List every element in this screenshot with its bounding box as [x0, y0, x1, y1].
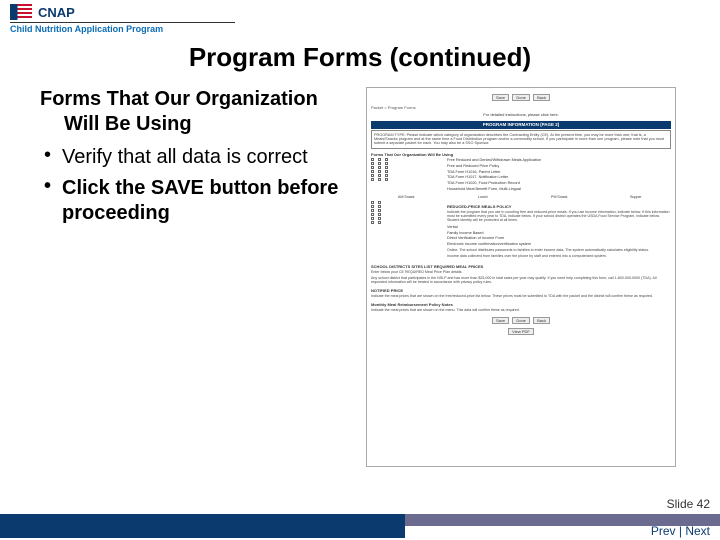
nav-links: Prev | Next: [651, 524, 710, 538]
mock-section-c-sub: Enter below your CE REQUIRED Meal Price …: [371, 271, 671, 275]
mock-col-head: Supper: [601, 195, 672, 199]
checkbox-icon: [378, 158, 381, 161]
checkbox-icon: [378, 162, 381, 165]
sub-heading: Forms That Our Organization Will Be Usin…: [64, 87, 340, 137]
left-column: Forms That Our Organization Will Be Usin…: [40, 87, 340, 467]
mock-form-label: Free and Reduced Price Policy: [447, 164, 499, 169]
checkbox-icon: [371, 209, 374, 212]
mock-section-a-title: Forms That Our Organization Will Be Usin…: [371, 152, 671, 157]
mock-bottom-buttons: Save Done Back: [371, 317, 671, 324]
checkbox-icon: [371, 178, 374, 181]
checkbox-icon: [371, 174, 374, 177]
checkbox-icon: [378, 174, 381, 177]
checkbox-icon: [378, 209, 381, 212]
mock-form-label: TDA Form H1016, Parent Letter: [447, 170, 501, 175]
bullet-list: Verify that all data is correct Click th…: [40, 145, 340, 226]
checkbox-icon: [385, 170, 388, 173]
mock-top-buttons: Save Done Back: [371, 94, 671, 101]
checkbox-icon: [371, 170, 374, 173]
mock-banner: PROGRAM INFORMATION (PAGE 2): [371, 121, 671, 129]
next-link[interactable]: Next: [685, 524, 710, 538]
mock-section-d-title: NOTIFIED PRICE: [371, 288, 671, 293]
mock-back-button: Back: [533, 317, 550, 324]
checkbox-icon: [371, 158, 374, 161]
content-area: Forms That Our Organization Will Be Usin…: [0, 87, 720, 467]
slide-number: Slide 42: [667, 497, 710, 511]
checkbox-icon: [385, 158, 388, 161]
footer-bar-navy: [0, 514, 405, 538]
checkbox-icon: [378, 217, 381, 220]
mock-viewpdf-row: View PDF: [371, 328, 671, 335]
mock-save-button: Save: [492, 94, 509, 101]
mock-section-e-title: Monthly Meal Reimbursement Policy Notes: [371, 302, 671, 307]
bullet-item: Verify that all data is correct: [40, 145, 340, 170]
mock-form-label: TDA Form H1020, Food Production Record: [447, 181, 520, 186]
checkbox-icon: [378, 205, 381, 208]
mock-intro-text: PROGRAM TYPE: Please indicate which cate…: [374, 133, 668, 146]
mock-form-label: Free Reduced and Denied/Withdrawn Meals …: [447, 158, 541, 163]
mock-viewpdf-button: View PDF: [508, 328, 534, 335]
checkbox-icon: [371, 217, 374, 220]
checkbox-icon: [385, 162, 388, 165]
form-screenshot: Save Done Back Packet > Program Forms Fo…: [366, 87, 676, 467]
checkbox-icon: [385, 166, 388, 169]
mock-section-b: REDUCED-PRICE MEALS POLICY Indicate the …: [371, 201, 671, 262]
mock-item-label: Income data collected from families over…: [447, 255, 671, 259]
footer-bars: Prev | Next: [0, 514, 720, 540]
checkbox-icon: [371, 201, 374, 204]
brand-subtitle: Child Nutrition Application Program: [0, 23, 720, 34]
mock-section-c-text: Any school district that participates in…: [371, 277, 671, 285]
checkbox-icon: [378, 170, 381, 173]
checkbox-icon: [385, 174, 388, 177]
brand-header: CNAP: [0, 0, 720, 22]
mock-form-label: Household Meal Benefit Form, Multi-Lingu…: [447, 187, 521, 192]
mock-section-a-grid: Free Reduced and Denied/Withdrawn Meals …: [371, 158, 671, 192]
checkbox-icon: [378, 178, 381, 181]
checkbox-icon: [378, 213, 381, 216]
mock-section-b-title: REDUCED-PRICE MEALS POLICY: [447, 204, 671, 209]
checkbox-icon: [385, 178, 388, 181]
mock-section-b-intro: Indicate the program that you use in cou…: [447, 211, 671, 223]
mock-intro-box: PROGRAM TYPE: Please indicate which cate…: [371, 130, 671, 149]
mock-item-label: Electronic income confirmation/verificat…: [447, 242, 531, 247]
page-title: Program Forms (continued): [0, 42, 720, 73]
mock-item-label: Family Income Based: [447, 231, 484, 236]
mock-save-button: Save: [492, 317, 509, 324]
mock-item-label: Online. The school distributes passwords…: [447, 249, 671, 253]
mock-col-head: PM Snack: [524, 195, 595, 199]
checkbox-icon: [378, 221, 381, 224]
prev-link[interactable]: Prev: [651, 524, 676, 538]
checkbox-icon: [371, 205, 374, 208]
checkbox-icon: [378, 166, 381, 169]
nav-separator: |: [676, 524, 686, 538]
flag-logo-icon: [10, 4, 32, 20]
mock-section-c-title: SCHOOL DISTRICTS SITES LIST REQUIRED MEA…: [371, 264, 671, 269]
mock-done-button: Done: [512, 94, 530, 101]
mock-col-head: Lunch: [448, 195, 519, 199]
mock-back-button: Back: [533, 94, 550, 101]
checkbox-icon: [371, 221, 374, 224]
checkbox-icon: [371, 213, 374, 216]
right-column: Save Done Back Packet > Program Forms Fo…: [350, 87, 692, 467]
bullet-item: Click the SAVE button before proceeding: [40, 176, 340, 226]
mock-section-e-text: Indicate the meal prices that are shown …: [371, 309, 671, 313]
mock-col-head: AM Snack: [371, 195, 442, 199]
mock-checkbox-row: [371, 178, 441, 182]
brand-name: CNAP: [38, 5, 75, 20]
mock-checkbox-row: [371, 221, 441, 225]
mock-breadcrumb: Packet > Program Forms: [371, 105, 671, 110]
checkbox-icon: [378, 201, 381, 204]
mock-center-note: For detailed instructions, please click …: [371, 112, 671, 117]
mock-section-d-text: Indicate the meal prices that are shown …: [371, 295, 671, 299]
checkbox-icon: [371, 162, 374, 165]
mock-item-label: Verbal: [447, 225, 458, 230]
checkbox-icon: [371, 166, 374, 169]
mock-form-label: TDA Form H1017, Notification Letter: [447, 175, 508, 180]
mock-done-button: Done: [512, 317, 530, 324]
mock-item-label: Direct Verification of Income Form: [447, 236, 504, 241]
